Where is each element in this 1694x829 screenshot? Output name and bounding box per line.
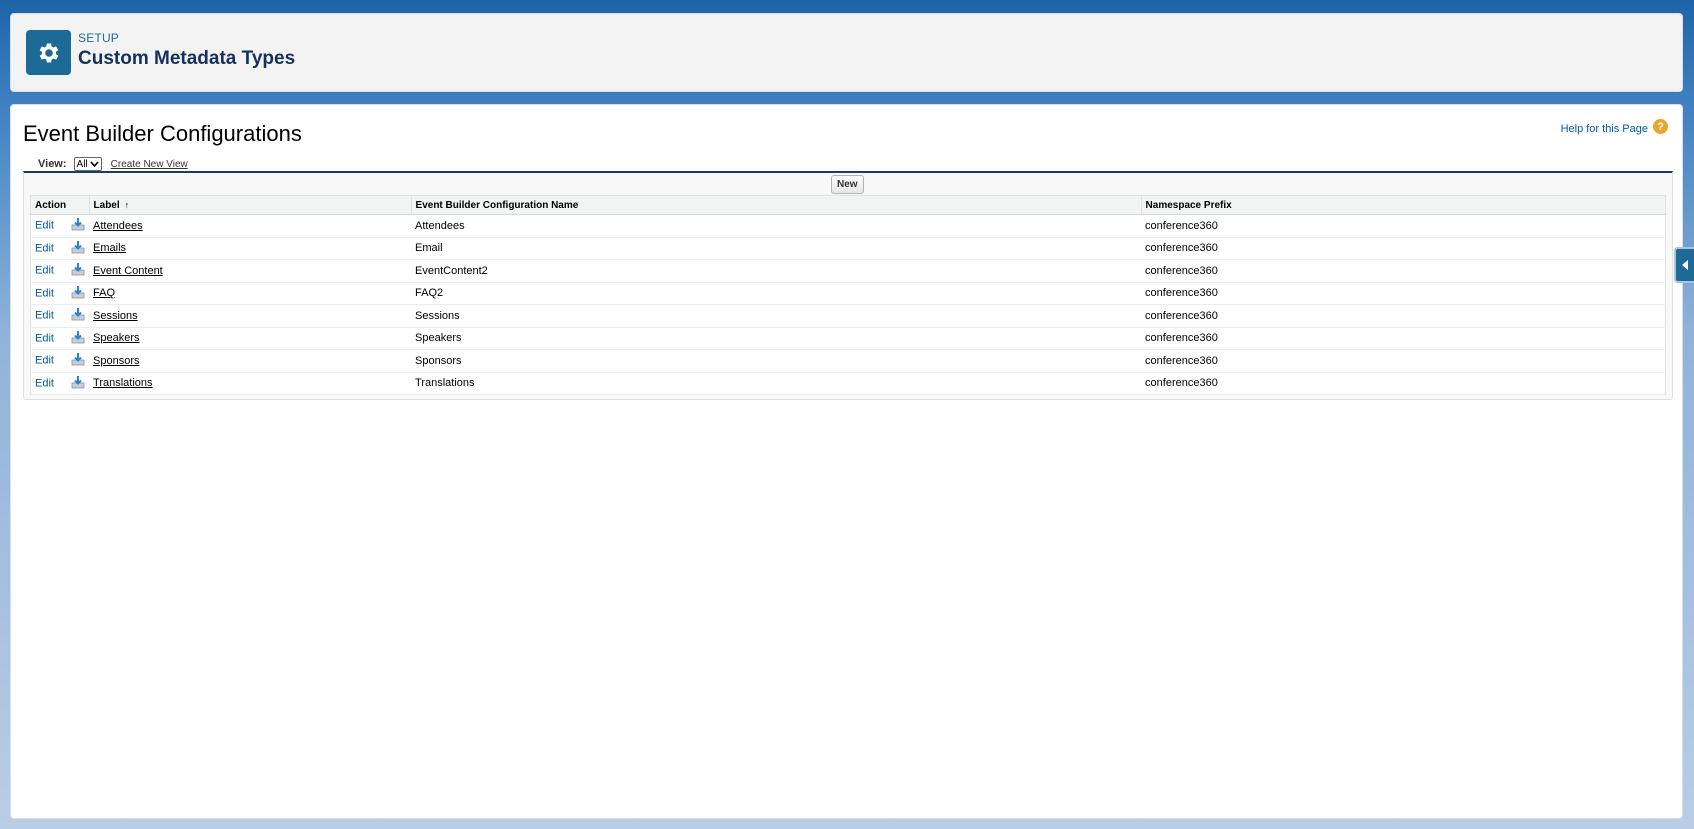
records-table: Action Label ↑ Event Builder Configuratio… bbox=[30, 195, 1667, 395]
record-label-link[interactable]: Sessions bbox=[93, 310, 138, 322]
action-cell: Edit bbox=[30, 304, 90, 328]
record-label-link[interactable]: Speakers bbox=[93, 332, 139, 344]
table-row: Edit FAQ FAQ2 conference360 bbox=[30, 282, 1666, 305]
namespace-prefix-cell: conference360 bbox=[1141, 349, 1666, 373]
gear-icon bbox=[26, 30, 71, 75]
record-label-link[interactable]: Translations bbox=[93, 377, 153, 389]
config-name-cell: Sessions bbox=[411, 304, 1142, 328]
view-selector-row: View: All Create New View bbox=[38, 157, 188, 171]
help-link[interactable]: Help for this Page bbox=[1561, 123, 1648, 135]
edit-link[interactable]: Edit bbox=[35, 242, 54, 254]
label-cell: Event Content bbox=[89, 259, 412, 283]
edit-link[interactable]: Edit bbox=[35, 355, 54, 367]
label-cell: Sponsors bbox=[89, 349, 412, 373]
create-new-view-link[interactable]: Create New View bbox=[111, 159, 188, 170]
edit-link[interactable]: Edit bbox=[35, 310, 54, 322]
edit-link[interactable]: Edit bbox=[35, 265, 54, 277]
column-header-label-text: Label bbox=[93, 199, 120, 211]
record-label-link[interactable]: Emails bbox=[93, 242, 126, 254]
label-cell: Emails bbox=[89, 237, 412, 260]
download-icon[interactable] bbox=[71, 285, 85, 302]
help-icon[interactable]: ? bbox=[1653, 119, 1668, 134]
main-content: Event Builder Configurations Help for th… bbox=[10, 104, 1683, 819]
action-cell: Edit bbox=[30, 237, 90, 260]
view-label: View: bbox=[38, 158, 67, 170]
record-label-link[interactable]: FAQ bbox=[93, 287, 115, 299]
chevron-down-icon bbox=[90, 160, 99, 167]
download-icon[interactable] bbox=[71, 217, 85, 234]
namespace-prefix-cell: conference360 bbox=[1141, 372, 1666, 395]
view-select-value: All bbox=[76, 158, 88, 170]
namespace-prefix-cell: conference360 bbox=[1141, 282, 1666, 305]
label-cell: Translations bbox=[89, 372, 412, 395]
download-icon[interactable] bbox=[71, 330, 85, 347]
page-title: Event Builder Configurations bbox=[23, 121, 302, 146]
column-header-config-name[interactable]: Event Builder Configuration Name bbox=[411, 195, 1142, 215]
table-row: Edit Sponsors Sponsors conference360 bbox=[30, 349, 1666, 373]
download-icon[interactable] bbox=[71, 262, 85, 279]
namespace-prefix-cell: conference360 bbox=[1141, 327, 1666, 350]
table-header-row: Action Label ↑ Event Builder Configuratio… bbox=[30, 195, 1667, 215]
namespace-prefix-cell: conference360 bbox=[1141, 237, 1666, 260]
config-name-cell: FAQ2 bbox=[411, 282, 1142, 305]
header-title: Custom Metadata Types bbox=[78, 48, 296, 69]
edit-link[interactable]: Edit bbox=[35, 332, 54, 344]
config-name-cell: Sponsors bbox=[411, 349, 1142, 373]
table-row: Edit Emails Email conference360 bbox=[30, 237, 1666, 260]
label-cell: Attendees bbox=[89, 214, 412, 238]
action-cell: Edit bbox=[30, 282, 90, 305]
edit-link[interactable]: Edit bbox=[35, 287, 54, 299]
download-icon[interactable] bbox=[71, 240, 85, 257]
table-row: Edit Event Content EventContent2 confere… bbox=[30, 259, 1666, 283]
new-button[interactable]: New bbox=[831, 175, 864, 194]
namespace-prefix-cell: conference360 bbox=[1141, 304, 1666, 328]
side-panel-toggle[interactable] bbox=[1674, 247, 1694, 283]
config-name-cell: Speakers bbox=[411, 327, 1142, 350]
download-icon[interactable] bbox=[71, 352, 85, 369]
action-cell: Edit bbox=[30, 349, 90, 373]
config-name-cell: EventContent2 bbox=[411, 259, 1142, 283]
record-label-link[interactable]: Event Content bbox=[93, 265, 163, 277]
action-cell: Edit bbox=[30, 372, 90, 395]
namespace-prefix-cell: conference360 bbox=[1141, 259, 1666, 283]
page-header: SETUP Custom Metadata Types bbox=[10, 13, 1683, 92]
action-cell: Edit bbox=[30, 327, 90, 350]
label-cell: FAQ bbox=[89, 282, 412, 305]
namespace-prefix-cell: conference360 bbox=[1141, 214, 1666, 238]
column-header-action: Action bbox=[30, 195, 90, 215]
config-name-cell: Translations bbox=[411, 372, 1142, 395]
list-panel: New Action Label ↑ Event Builder Configur… bbox=[23, 171, 1673, 400]
label-cell: Speakers bbox=[89, 327, 412, 350]
table-row: Edit Translations Translations conferenc… bbox=[30, 372, 1666, 395]
column-header-label[interactable]: Label ↑ bbox=[89, 195, 412, 215]
action-cell: Edit bbox=[30, 214, 90, 238]
table-row: Edit Attendees Attendees conference360 bbox=[30, 214, 1666, 238]
config-name-cell: Email bbox=[411, 237, 1142, 260]
chevron-left-icon bbox=[1681, 260, 1688, 270]
download-icon[interactable] bbox=[71, 375, 85, 392]
record-label-link[interactable]: Sponsors bbox=[93, 355, 139, 367]
edit-link[interactable]: Edit bbox=[35, 377, 54, 389]
table-row: Edit Speakers Speakers conference360 bbox=[30, 327, 1666, 350]
record-label-link[interactable]: Attendees bbox=[93, 220, 143, 232]
label-cell: Sessions bbox=[89, 304, 412, 328]
view-select[interactable]: All bbox=[73, 157, 102, 171]
edit-link[interactable]: Edit bbox=[35, 220, 54, 232]
header-eyebrow: SETUP bbox=[78, 31, 120, 45]
config-name-cell: Attendees bbox=[411, 214, 1142, 238]
column-header-namespace-prefix[interactable]: Namespace Prefix bbox=[1141, 195, 1667, 215]
sort-ascending-icon: ↑ bbox=[124, 199, 130, 210]
download-icon[interactable] bbox=[71, 307, 85, 324]
action-cell: Edit bbox=[30, 259, 90, 283]
table-row: Edit Sessions Sessions conference360 bbox=[30, 304, 1666, 328]
